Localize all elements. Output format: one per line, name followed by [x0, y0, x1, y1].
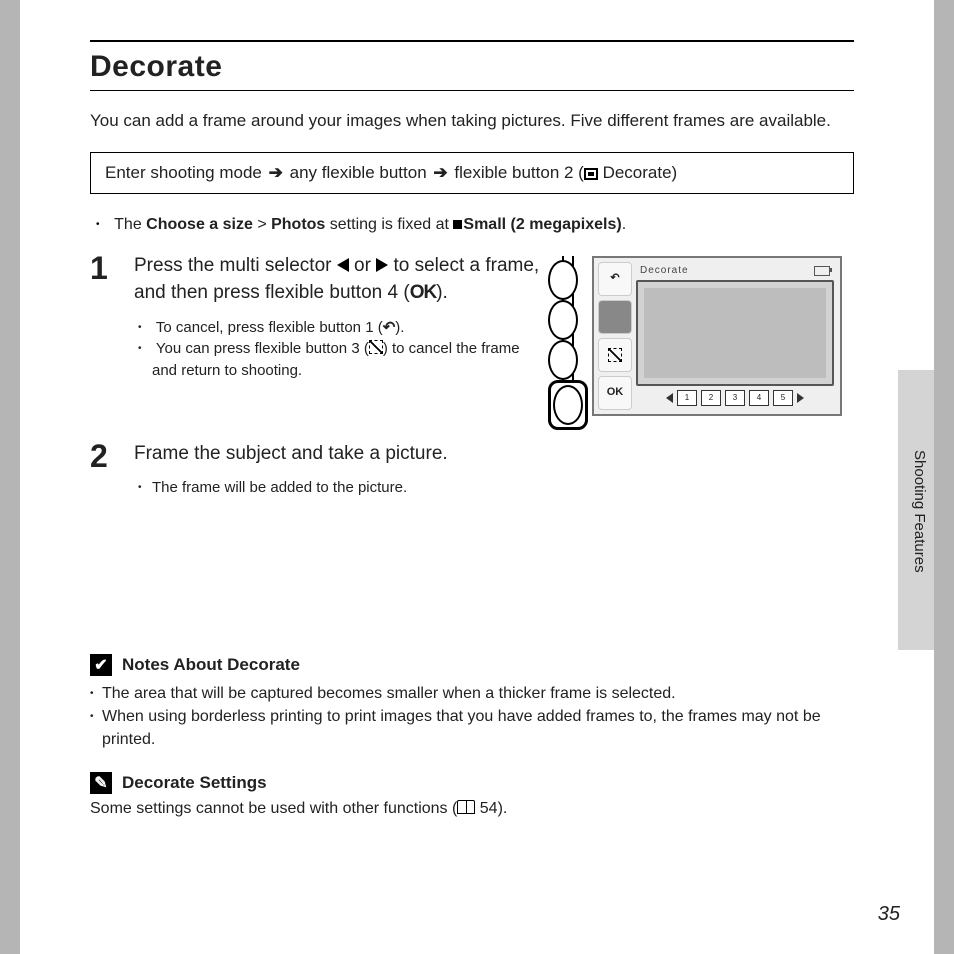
step-number: 1: [90, 252, 120, 416]
camera-screen-illustration: ↶ OK Decorate: [554, 256, 854, 416]
physical-buttons: [548, 260, 588, 430]
step-1: 1 ↶: [90, 252, 854, 416]
settings-heading: Decorate Settings: [122, 773, 267, 793]
text: 54).: [475, 800, 507, 817]
page: Shooting Features Decorate You can add a…: [0, 0, 954, 954]
cancel-frame-icon: [369, 340, 383, 354]
screen-main-area: Decorate 1 2 3 4 5: [636, 262, 834, 410]
settings-heading-row: ✎ Decorate Settings: [90, 772, 854, 794]
arrow-right-icon: ➔: [433, 163, 447, 183]
screen-title-text: Decorate: [640, 264, 689, 279]
page-number: 35: [878, 903, 900, 926]
text: The: [114, 216, 146, 233]
path-part: Enter shooting mode: [105, 163, 262, 182]
title-top-rule: [90, 40, 854, 42]
next-frame-icon: [797, 393, 804, 403]
left-triangle-icon: [337, 258, 349, 272]
frame-preview: [636, 280, 834, 386]
check-icon: ✔: [90, 654, 112, 676]
settings-text: Some settings cannot be used with other …: [90, 800, 854, 818]
notes-section: ✔ Notes About Decorate The area that wil…: [90, 654, 854, 818]
intro-text: You can add a frame around your images w…: [90, 109, 854, 134]
step-body: ↶ OK Decorate: [134, 252, 854, 416]
frame-thumb: 3: [725, 390, 745, 406]
text-bold: Photos: [271, 216, 325, 233]
flex-button-2: [548, 300, 578, 340]
notes-heading-row: ✔ Notes About Decorate: [90, 654, 854, 676]
step-body: Frame the subject and take a picture. Th…: [134, 440, 854, 499]
frame-thumb: 4: [749, 390, 769, 406]
setting-bullet: The Choose a size > Photos setting is fi…: [110, 216, 854, 234]
text: .: [622, 216, 626, 233]
flex-button-1: [548, 260, 578, 300]
step-text: Frame the subject and take a picture.: [134, 443, 448, 464]
ok-icon: OK: [410, 282, 437, 303]
flex-button-4: [553, 385, 583, 425]
battery-icon: [814, 266, 830, 276]
notes-heading: Notes About Decorate: [122, 655, 300, 675]
soft-empty-button: [598, 300, 632, 334]
back-arrow-icon: ↶: [383, 319, 396, 336]
step-sub-item: The frame will be added to the picture.: [152, 477, 854, 499]
note-item: The area that will be captured becomes s…: [102, 682, 854, 705]
soft-ok-button: OK: [598, 376, 632, 410]
text: setting is fixed at: [325, 216, 453, 233]
flex-button-3: [548, 340, 578, 380]
content-area: Decorate You can add a frame around your…: [20, 0, 934, 954]
lcd-screen: ↶ OK Decorate: [592, 256, 842, 416]
step-sublist: The frame will be added to the picture.: [134, 477, 854, 499]
step-2: 2 Frame the subject and take a picture. …: [90, 440, 854, 499]
screen-title-bar: Decorate: [636, 262, 834, 281]
note-item: When using borderless printing to print …: [102, 705, 854, 751]
arrow-right-icon: ➔: [269, 163, 283, 183]
back-icon: ↶: [610, 271, 619, 287]
title-bottom-rule: [90, 90, 854, 91]
path-part: Decorate): [598, 163, 677, 182]
page-title: Decorate: [90, 50, 854, 84]
path-part: flexible button 2 (: [454, 163, 583, 182]
text-bold: Small (2 megapixels): [463, 216, 621, 233]
soft-cancel-frame-button: [598, 338, 632, 372]
flex-button-4-highlight: [548, 380, 588, 430]
prev-frame-icon: [666, 393, 673, 403]
text: ).: [395, 319, 404, 336]
frame-thumb: 2: [701, 390, 721, 406]
menu-path-box: Enter shooting mode ➔ any flexible butto…: [90, 152, 854, 194]
decorate-icon: [584, 168, 598, 180]
step-text: ).: [436, 282, 448, 303]
frame-thumb: 1: [677, 390, 697, 406]
text: To cancel, press flexible button 1 (: [156, 319, 383, 336]
step-number: 2: [90, 440, 120, 499]
document-sheet: Shooting Features Decorate You can add a…: [20, 0, 934, 954]
step-text: Press the multi selector: [134, 255, 337, 276]
frame-thumbnails: 1 2 3 4 5: [636, 390, 834, 406]
path-part: any flexible button: [290, 163, 427, 182]
text: >: [253, 216, 271, 233]
cancel-frame-icon: [608, 348, 622, 362]
soft-button-column: ↶ OK: [598, 262, 632, 410]
setting-bullet-list: The Choose a size > Photos setting is fi…: [90, 216, 854, 234]
text-bold: Choose a size: [146, 216, 253, 233]
step-text: or: [349, 255, 376, 276]
right-triangle-icon: [376, 258, 388, 272]
frame-thumb: 5: [773, 390, 793, 406]
pencil-icon: ✎: [90, 772, 112, 794]
small-square-icon: [453, 220, 462, 229]
text: Some settings cannot be used with other …: [90, 800, 457, 817]
manual-page-icon: [457, 800, 475, 814]
text: You can press flexible button 3 (: [156, 340, 369, 357]
soft-back-button: ↶: [598, 262, 632, 296]
notes-list: The area that will be captured becomes s…: [90, 682, 854, 752]
